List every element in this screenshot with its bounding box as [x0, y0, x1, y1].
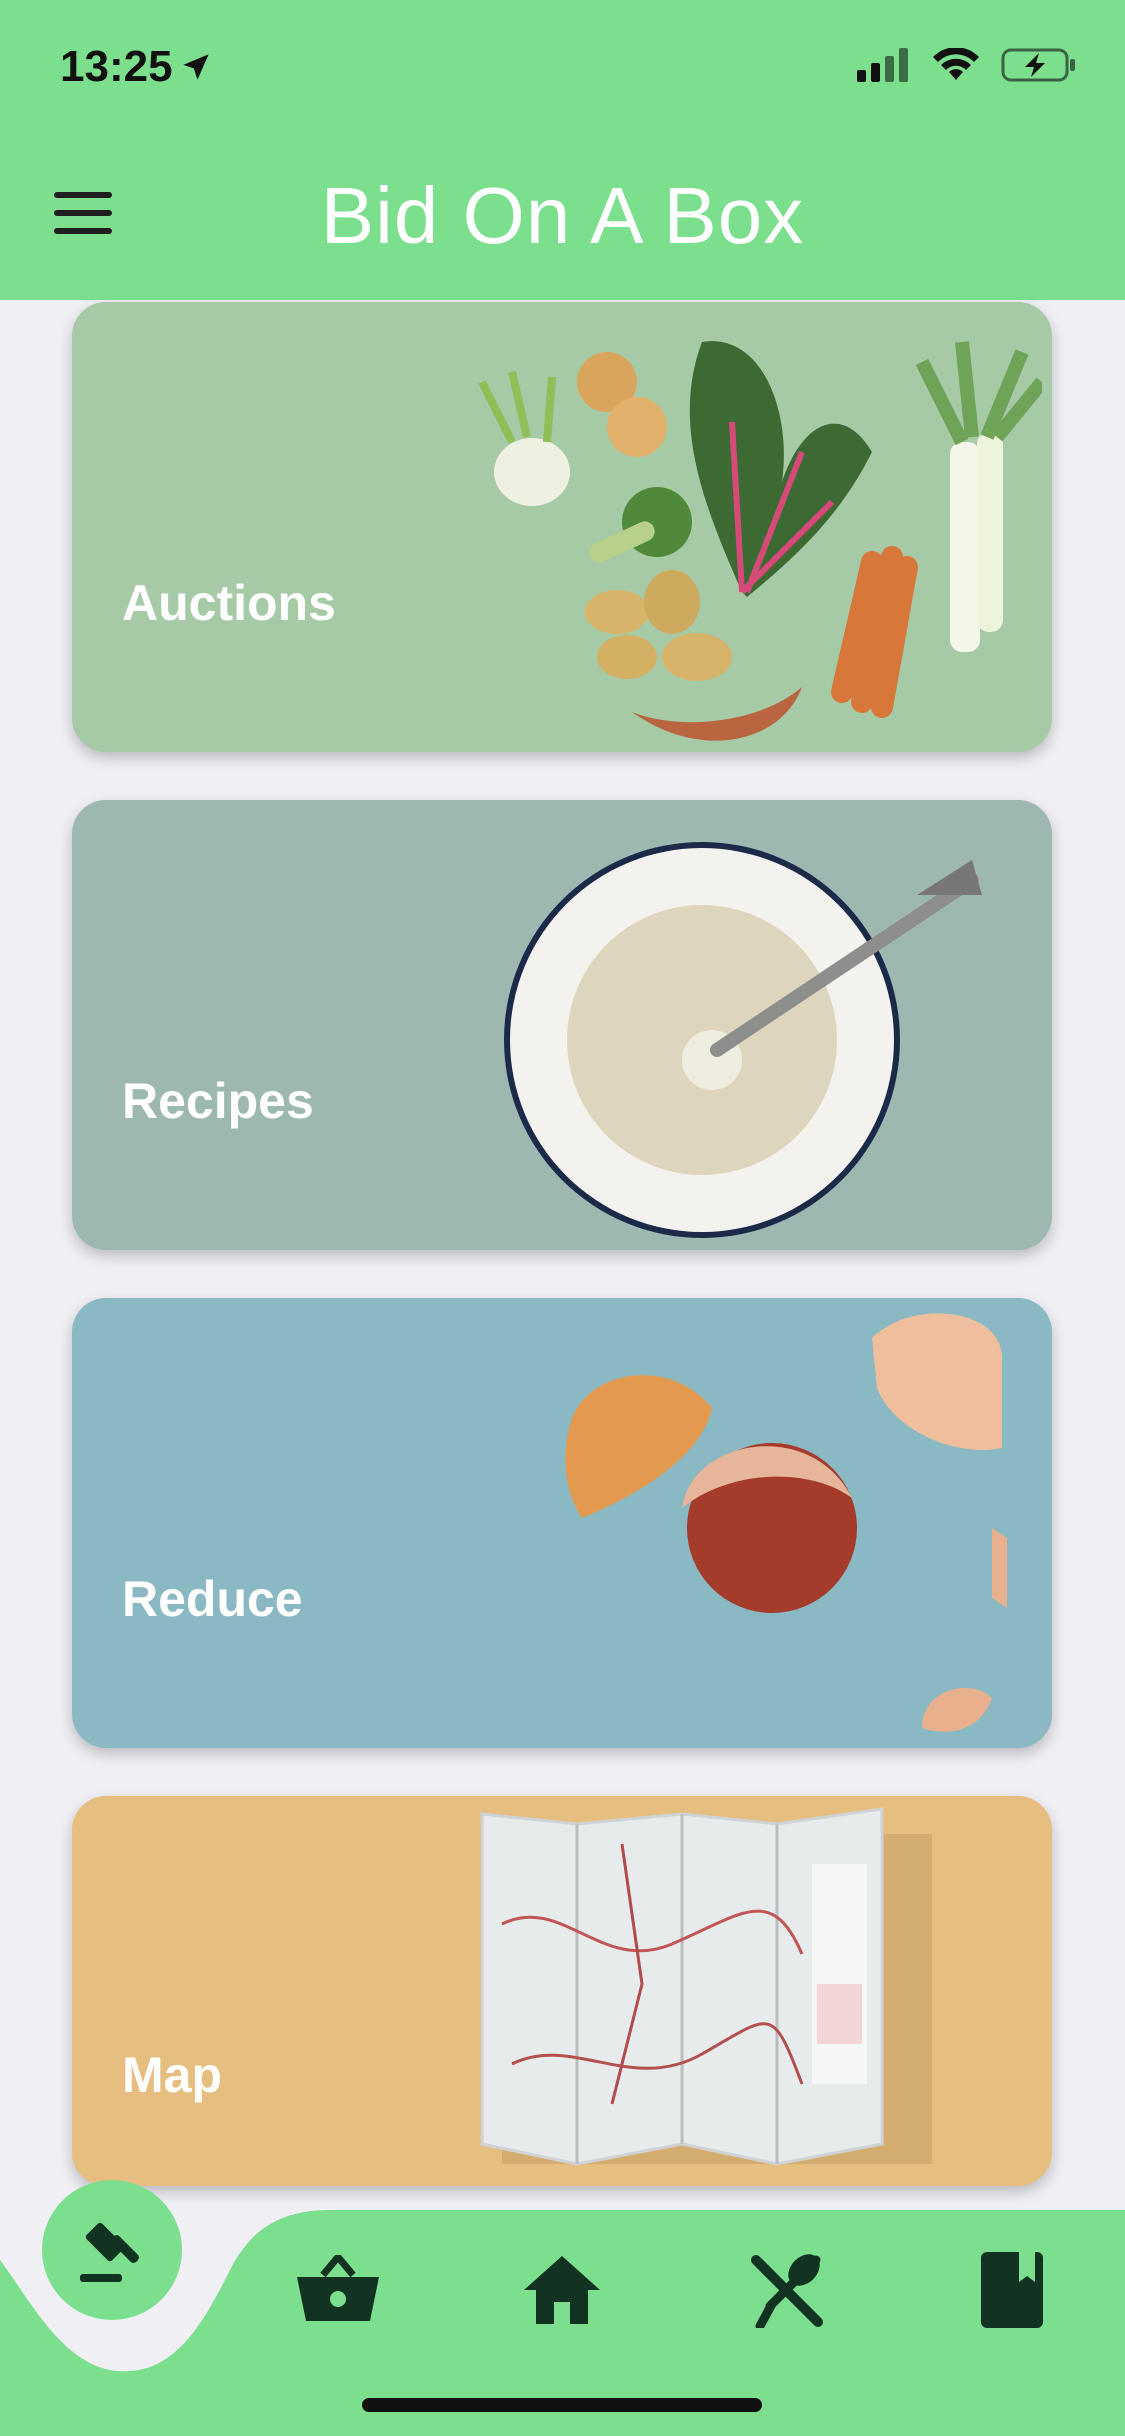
gavel-icon — [80, 2222, 139, 2282]
wifi-icon — [933, 48, 979, 80]
app-title: Bid On A Box — [320, 171, 805, 260]
grapefruit-peel-image — [565, 1313, 1007, 1732]
utensils-icon — [751, 2254, 823, 2328]
battery-charging-icon — [1001, 48, 1075, 82]
nav-recipes[interactable] — [736, 2240, 836, 2340]
basket-icon — [297, 2255, 379, 2321]
card-label: Recipes — [122, 1073, 314, 1129]
location-arrow-icon — [182, 54, 209, 80]
nav-book[interactable] — [962, 2240, 1062, 2340]
top-bar: 13:25 Bid On A Box — [0, 0, 1125, 300]
status-time: 13:25 — [60, 42, 213, 92]
nav-basket[interactable] — [288, 2240, 388, 2340]
auction-fab-button[interactable] — [42, 2180, 182, 2320]
mixing-bowl-image — [504, 842, 982, 1238]
home-icon — [524, 2256, 600, 2324]
signal-icon — [857, 48, 908, 82]
auctions-card[interactable]: Auctions — [72, 302, 1052, 752]
folded-map-image — [480, 1807, 932, 2166]
recipes-card[interactable]: Recipes — [72, 800, 1052, 1250]
card-label: Auctions — [122, 575, 336, 631]
clock-text: 13:25 — [60, 42, 173, 91]
reduce-card[interactable]: Reduce — [72, 1298, 1052, 1748]
card-label: Map — [122, 2047, 222, 2103]
card-label: Reduce — [122, 1571, 303, 1627]
book-icon — [981, 2252, 1043, 2328]
nav-home[interactable] — [512, 2240, 612, 2340]
vegetables-image — [478, 341, 1042, 741]
home-indicator — [362, 2398, 762, 2412]
status-indicators — [857, 48, 1077, 82]
map-card[interactable]: Map — [72, 1796, 1052, 2186]
